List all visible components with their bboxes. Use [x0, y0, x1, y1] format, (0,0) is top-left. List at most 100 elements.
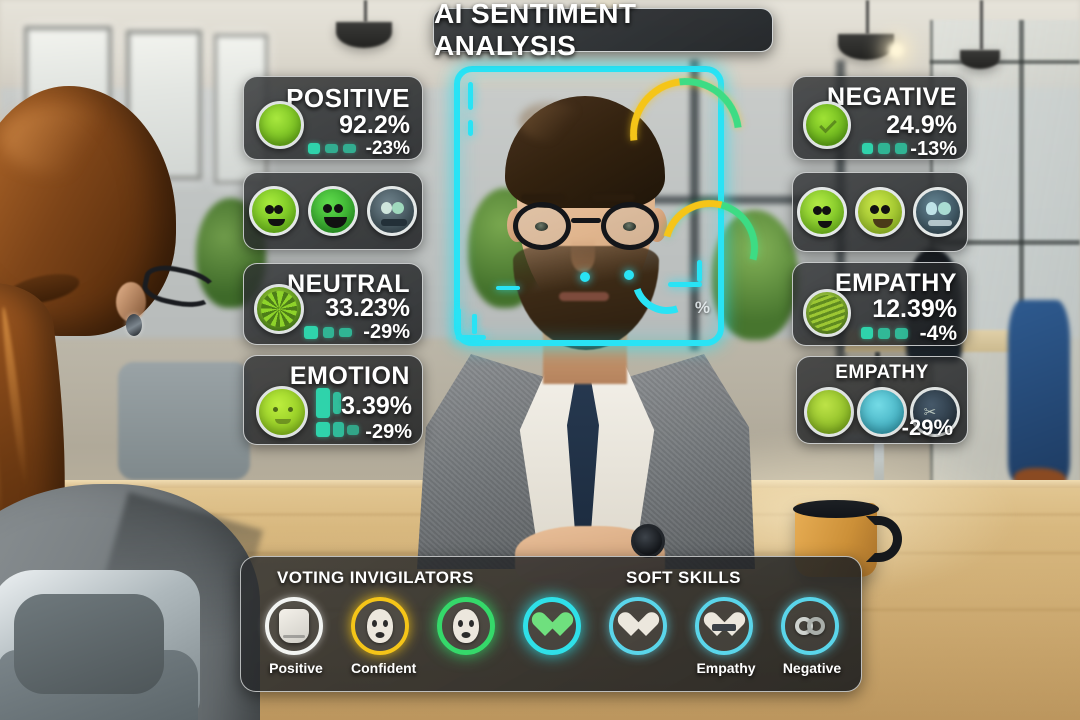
- label-positive: Positive: [269, 660, 323, 676]
- ring-empathy[interactable]: [695, 597, 753, 655]
- emoji-mouth: [323, 217, 347, 228]
- empathy-green-swatch[interactable]: [804, 387, 855, 437]
- panel-empathy-orb: [803, 289, 851, 337]
- ring-negative[interactable]: [781, 597, 839, 655]
- emoji-neutral-right[interactable]: [797, 187, 847, 237]
- emoji-eye: [813, 206, 822, 215]
- emoji-row-right: [793, 173, 967, 251]
- mug-icon: [279, 609, 309, 643]
- emoji-neutral-left[interactable]: [248, 186, 299, 236]
- detection-percent-glyph: %: [694, 298, 710, 317]
- chevron-orb-icon: [819, 115, 837, 134]
- lamp-cord-3: [980, 0, 983, 50]
- panel-negative-title: NEGATIVE: [827, 83, 957, 111]
- panel-emotion-orb: [256, 386, 308, 438]
- panel-emotion-value: 3.39%: [341, 392, 412, 420]
- segment: [878, 327, 890, 339]
- lamp-cord-1: [364, 0, 367, 22]
- wave-orb-icon: [809, 295, 845, 331]
- panel-empathy-value: 12.39%: [872, 295, 957, 323]
- segment: [878, 143, 890, 154]
- panel-positive-orb: [256, 101, 304, 149]
- segment: [316, 388, 330, 418]
- panel-emotion-segments-top: [316, 388, 341, 418]
- panel-empathy-title: EMPATHY: [834, 269, 957, 297]
- woman-hair-sheen: [0, 104, 120, 174]
- panel-empathy[interactable]: EMPATHY 12.39% -4%: [792, 262, 968, 346]
- segment: [339, 328, 352, 337]
- emoji-mouth: [275, 419, 291, 424]
- emoji-muted-left[interactable]: [367, 186, 418, 236]
- app-title-chip: AI SENTIMENT ANALYSIS: [433, 0, 773, 61]
- segment: [325, 144, 338, 153]
- heart-icon: [624, 613, 652, 639]
- glass-mullion-h2: [930, 60, 1080, 64]
- emoji-strip-right[interactable]: [792, 172, 968, 252]
- panel-positive-value: 92.2%: [339, 111, 410, 139]
- emoji-mouth: [818, 221, 832, 228]
- panel-negative-value: 24.9%: [886, 111, 957, 139]
- emoji-mouth-flat: [381, 219, 408, 226]
- segment: [862, 143, 873, 154]
- emoji-happy-right[interactable]: [855, 187, 905, 237]
- emoji-eye-pale: [926, 202, 937, 215]
- ring-heart-green[interactable]: [523, 597, 581, 655]
- bottom-item-empathy[interactable]: Empathy: [695, 597, 757, 676]
- ring-heart-white[interactable]: [609, 597, 667, 655]
- panel-neutral-value: 33.23%: [325, 294, 410, 322]
- emoji-happy-left[interactable]: [307, 186, 358, 236]
- bottom-item-heart-white[interactable]: [609, 597, 671, 660]
- emoji-muted-right[interactable]: [913, 187, 963, 237]
- foreground-chair: [0, 560, 220, 720]
- mask-face-icon: [453, 609, 479, 643]
- bottom-item-heart-green[interactable]: [523, 597, 585, 660]
- panel-positive[interactable]: POSITIVE 92.2% -23%: [243, 76, 423, 160]
- panel-neutral-delta: -29%: [363, 321, 410, 343]
- panel-neutral-segments: [304, 326, 352, 339]
- panel-positive-title: POSITIVE: [286, 83, 410, 113]
- segment: [333, 422, 344, 437]
- bottom-item-confident[interactable]: Confident: [351, 597, 417, 676]
- empathy-cyan-swatch[interactable]: [856, 387, 907, 437]
- landmark-dot-left: [580, 272, 590, 282]
- ponytail-strand-3: [0, 306, 30, 486]
- bottom-item-positive[interactable]: Positive: [265, 597, 327, 676]
- emoji-eye: [264, 205, 274, 214]
- heart-split-icon: [710, 613, 738, 639]
- segment: [323, 327, 334, 338]
- emoji-eye: [322, 204, 332, 213]
- face-detection-frame[interactable]: %: [454, 55, 776, 346]
- tick-left-mid: [496, 286, 520, 290]
- mask-face-icon: [367, 609, 393, 643]
- radial-spoke-icon: [261, 291, 297, 327]
- ring-confident[interactable]: [351, 597, 409, 655]
- emoji-eye: [273, 407, 278, 412]
- panel-positive-segments: [308, 143, 356, 154]
- label-empathy: Empathy: [696, 660, 756, 676]
- heading-voting-invigilators: VOTING INVIGILATORS: [277, 568, 474, 587]
- panel-emotion[interactable]: EMOTION 3.39% -29%: [243, 355, 423, 445]
- panel-empathy-swatches[interactable]: EMPATHY ✂ -29%: [796, 356, 968, 444]
- panel-empathy-swatches-title: EMPATHY: [835, 362, 929, 383]
- emoji-strip-left[interactable]: [243, 172, 423, 250]
- emoji-mouth: [267, 219, 285, 226]
- heading-soft-skills: SOFT SKILLS: [626, 568, 741, 587]
- emoji-eye-pale: [392, 202, 405, 214]
- panel-negative[interactable]: NEGATIVE 24.9% -13%: [792, 76, 968, 160]
- panel-empathy-delta: -4%: [919, 322, 957, 345]
- link-break-icon: [795, 615, 825, 637]
- label-confident: Confident: [351, 660, 417, 676]
- tick-left-lower: [472, 314, 477, 334]
- panel-neutral[interactable]: NEUTRAL 33.23% -29%: [243, 263, 423, 345]
- emoji-eye: [822, 206, 831, 215]
- ring-mask-green[interactable]: [437, 597, 495, 655]
- bottom-item-negative[interactable]: Negative: [781, 597, 843, 676]
- bottom-toolbar[interactable]: VOTING INVIGILATORS SOFT SKILLS Positive…: [240, 556, 862, 692]
- panel-positive-delta: -23%: [365, 138, 410, 159]
- segment: [308, 143, 320, 154]
- ring-positive[interactable]: [265, 597, 323, 655]
- emoji-eye: [333, 204, 343, 213]
- panel-negative-delta: -13%: [910, 138, 957, 160]
- emoji-eye: [881, 205, 890, 214]
- bottom-item-mask-green[interactable]: [437, 597, 499, 660]
